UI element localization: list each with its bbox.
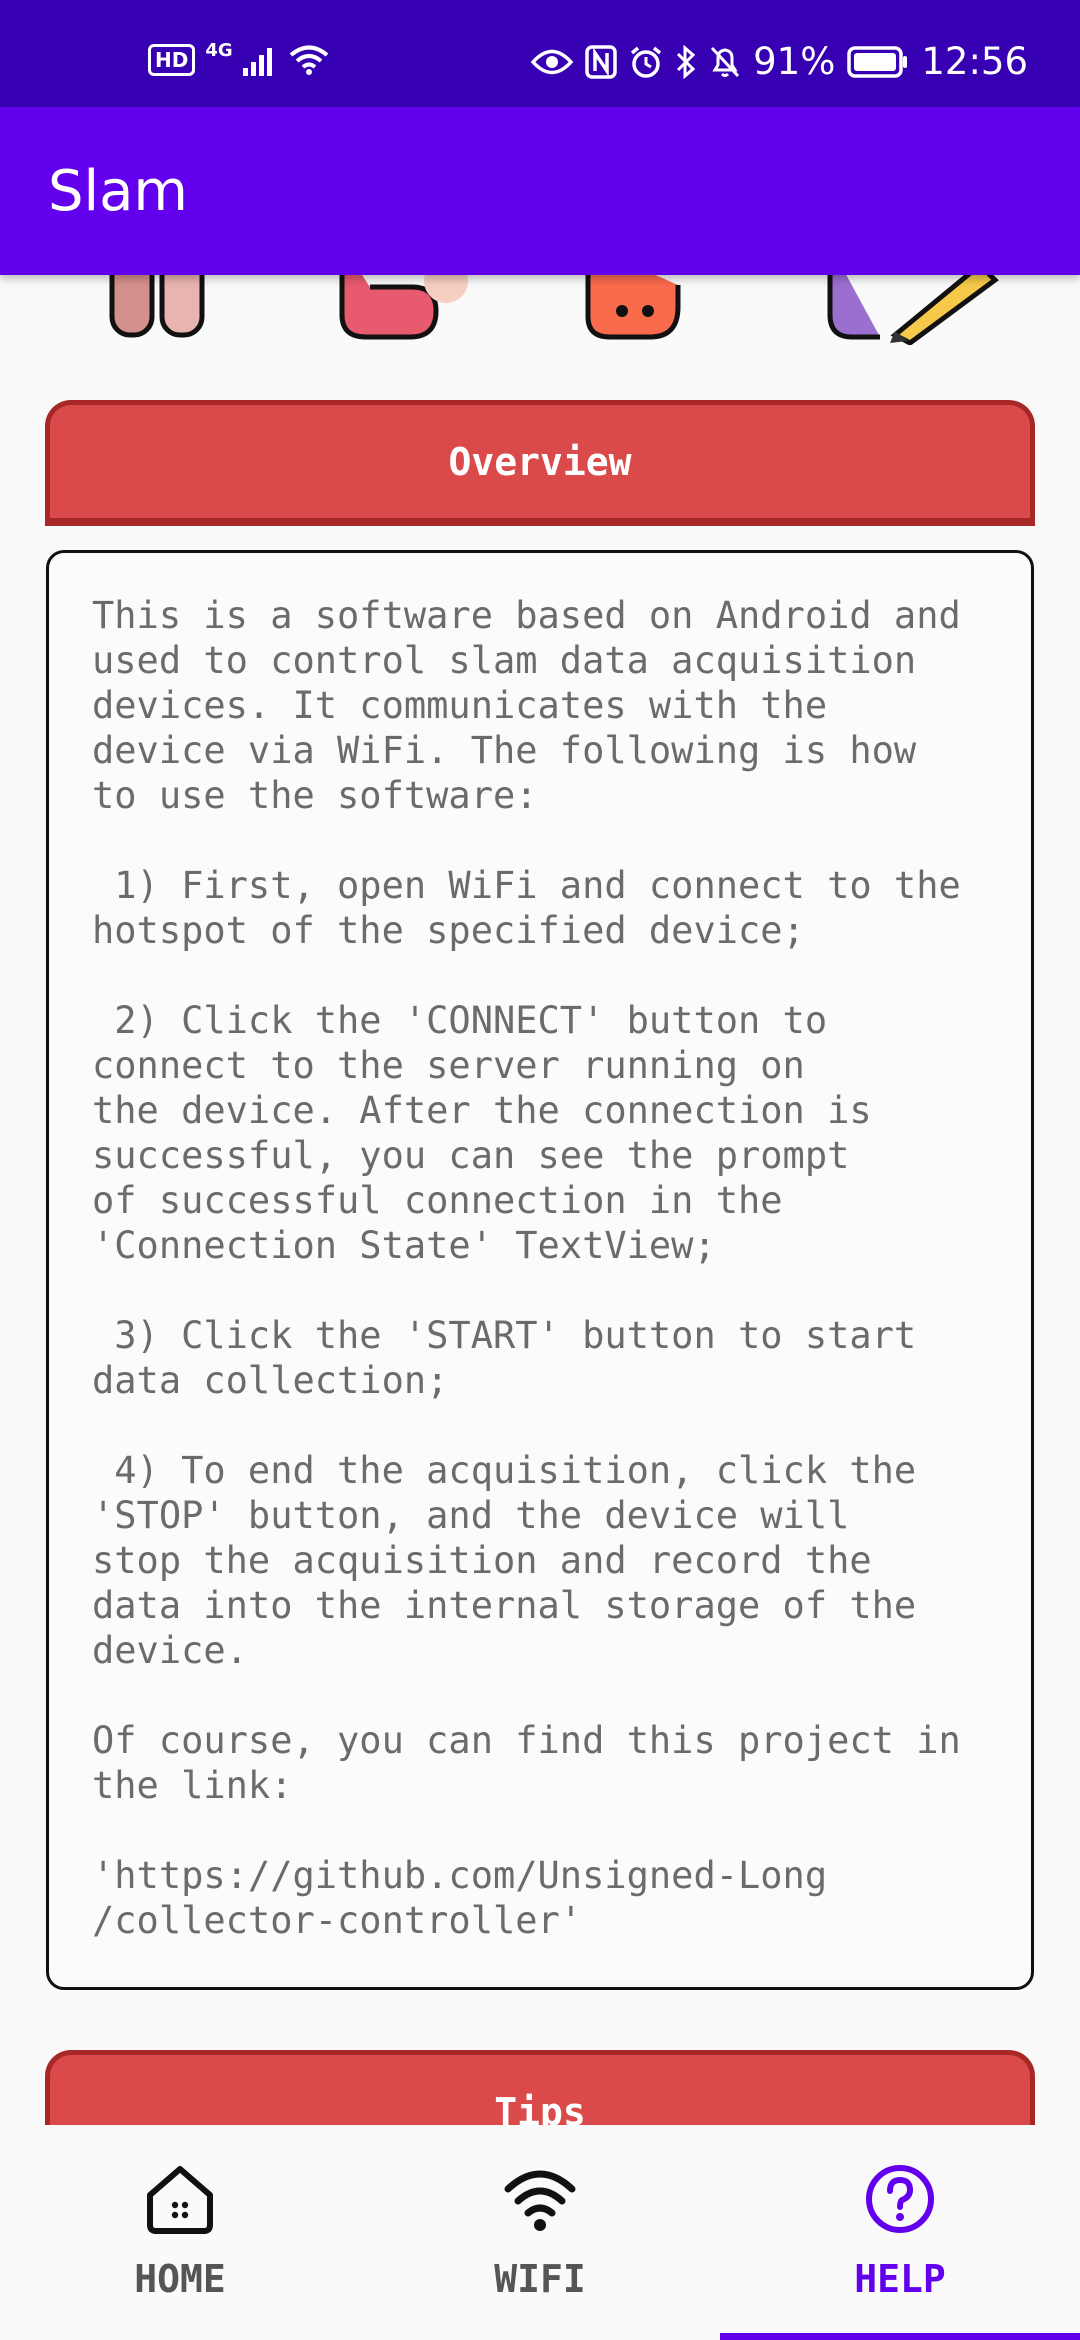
nav-label-wifi: WIFI <box>494 2257 586 2301</box>
eye-icon <box>531 47 574 77</box>
hd-icon: HD <box>148 44 196 76</box>
battery-percent: 91% <box>753 40 836 83</box>
mute-icon <box>709 45 741 79</box>
overview-step-1: 1) First, open WiFi and connect to the h… <box>92 864 961 952</box>
wifi-icon <box>504 2170 576 2231</box>
nav-label-home: HOME <box>134 2257 226 2301</box>
nav-item-help[interactable]: HELP <box>720 2125 1080 2340</box>
nav-active-indicator <box>720 2333 1080 2340</box>
overview-header: Overview <box>45 400 1035 526</box>
bluetooth-icon <box>675 44 697 79</box>
overview-step-3: 3) Click the 'START' button to start dat… <box>92 1314 917 1402</box>
overview-card: This is a software based on Android and … <box>46 550 1034 1990</box>
header-illustration <box>109 275 999 345</box>
bottom-navigation: HOME WIFI HELP <box>0 2125 1080 2340</box>
help-icon <box>866 2165 934 2233</box>
nav-label-help: HELP <box>854 2257 946 2301</box>
home-icon <box>147 2166 213 2234</box>
tips-header: Tips <box>45 2050 1035 2125</box>
nav-item-home[interactable]: HOME <box>0 2125 360 2340</box>
battery-icon <box>847 45 909 78</box>
clock: 12:56 <box>921 40 1028 83</box>
wifi-icon <box>289 44 329 76</box>
help-scroll-view[interactable]: Overview This is a software based on And… <box>0 275 1080 2125</box>
status-bar: HD 4G 91% 12:56 <box>0 0 1080 107</box>
overview-project-link: 'https://github.com/Unsigned-Long /colle… <box>92 1854 828 1942</box>
overview-step-4: 4) To end the acquisition, click the 'ST… <box>92 1449 917 1672</box>
app-title: Slam <box>48 159 188 224</box>
overview-step-2: 2) Click the 'CONNECT' button to connect… <box>92 999 872 1267</box>
overview-intro: This is a software based on Android and … <box>92 594 961 817</box>
nfc-icon <box>585 44 617 79</box>
overview-link-intro: Of course, you can find this project in … <box>92 1719 961 1807</box>
app-bar: Slam <box>0 107 1080 275</box>
nav-item-wifi[interactable]: WIFI <box>360 2125 720 2340</box>
network-type: 4G <box>205 40 233 61</box>
signal-icon <box>242 44 279 76</box>
alarm-icon <box>629 45 663 79</box>
